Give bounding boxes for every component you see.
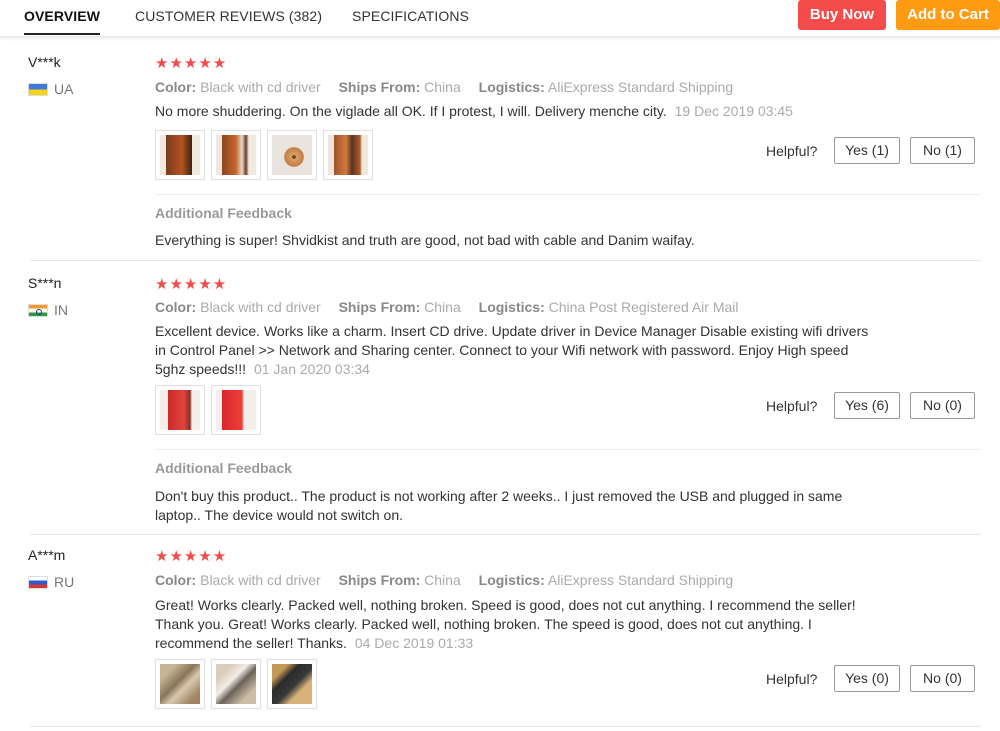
- review-text: Great! Works clearly. Packed well, nothi…: [155, 596, 875, 653]
- star-rating: ★★★★★: [155, 276, 228, 293]
- additional-feedback-title: Additional Feedback: [155, 205, 292, 221]
- india-flag-icon: [28, 303, 48, 317]
- review-photo[interactable]: [155, 659, 205, 709]
- country-code: IN: [54, 302, 68, 318]
- helpful-no-button[interactable]: No (1): [910, 137, 975, 164]
- reviewer-country: IN: [28, 302, 68, 318]
- helpful-no-button[interactable]: No (0): [910, 392, 975, 419]
- review-body: Great! Works clearly. Packed well, nothi…: [155, 597, 856, 651]
- ships-from-value: China: [424, 299, 461, 315]
- logistics-value: AliExpress Standard Shipping: [547, 79, 734, 95]
- ships-from-value: China: [424, 79, 461, 95]
- additional-feedback-text: Don't buy this product.. The product is …: [155, 488, 843, 523]
- add-to-cart-button[interactable]: Add to Cart: [896, 0, 1000, 30]
- color-label: Color:: [155, 299, 197, 315]
- helpful-yes-button[interactable]: Yes (1): [834, 137, 900, 164]
- reviewer-country: UA: [28, 81, 73, 97]
- ships-from-value: China: [424, 572, 461, 588]
- review-photo[interactable]: [155, 130, 205, 180]
- review-photo[interactable]: [211, 659, 261, 709]
- reviewer-name: S***n: [28, 275, 62, 291]
- divider: [30, 726, 981, 727]
- review-meta: Color: Black with cd driver Ships From: …: [155, 572, 747, 588]
- review-date: 04 Dec 2019 01:33: [354, 635, 474, 651]
- review-photos: [155, 130, 373, 180]
- review-meta: Color: Black with cd driver Ships From: …: [155, 299, 753, 315]
- reviewer-country: RU: [28, 574, 74, 590]
- color-value: Black with cd driver: [200, 79, 321, 95]
- product-tab-bar: OVERVIEW CUSTOMER REVIEWS (382) SPECIFIC…: [0, 0, 1000, 37]
- helpful-yes-button[interactable]: Yes (6): [834, 392, 900, 419]
- logistics-label: Logistics:: [478, 572, 545, 588]
- helpful-label: Helpful?: [766, 143, 818, 159]
- review-photos: [155, 385, 261, 435]
- review-date: 01 Jan 2020 03:34: [253, 361, 370, 377]
- reviewer-name: V***k: [28, 54, 61, 70]
- country-code: UA: [54, 81, 74, 97]
- review-body: No more shuddering. On the viglade all O…: [155, 103, 667, 119]
- tab-overview[interactable]: OVERVIEW: [24, 8, 101, 35]
- additional-feedback-title: Additional Feedback: [155, 460, 292, 476]
- logistics-label: Logistics:: [478, 79, 545, 95]
- color-label: Color:: [155, 79, 197, 95]
- ships-from-label: Ships From:: [338, 299, 421, 315]
- review-photo[interactable]: [323, 130, 373, 180]
- helpful-label: Helpful?: [766, 671, 818, 687]
- helpful-label: Helpful?: [766, 398, 818, 414]
- star-rating: ★★★★★: [155, 55, 228, 72]
- ukraine-flag-icon: [28, 82, 48, 96]
- divider: [155, 449, 981, 450]
- review-date: 19 Dec 2019 03:45: [674, 103, 793, 119]
- buy-now-button[interactable]: Buy Now: [798, 0, 886, 30]
- divider: [155, 194, 981, 195]
- review-photos: [155, 659, 317, 709]
- reviewer-name: A***m: [28, 547, 66, 563]
- review-photo[interactable]: [267, 659, 317, 709]
- ships-from-label: Ships From:: [338, 572, 421, 588]
- star-rating: ★★★★★: [155, 548, 228, 565]
- divider: [30, 260, 981, 261]
- review-photo[interactable]: [155, 385, 205, 435]
- tab-specifications[interactable]: SPECIFICATIONS: [352, 8, 469, 24]
- ships-from-label: Ships From:: [338, 79, 421, 95]
- helpful-no-button[interactable]: No (0): [910, 665, 975, 692]
- additional-feedback-text: Everything is super! Shvidkist and truth…: [155, 232, 695, 248]
- review-meta: Color: Black with cd driver Ships From: …: [155, 79, 747, 95]
- color-value: Black with cd driver: [200, 299, 321, 315]
- helpful-yes-button[interactable]: Yes (0): [834, 665, 900, 692]
- review-photo[interactable]: [211, 130, 261, 180]
- tab-customer-reviews[interactable]: CUSTOMER REVIEWS (382): [135, 8, 322, 24]
- country-code: RU: [54, 574, 75, 590]
- logistics-label: Logistics:: [478, 299, 545, 315]
- review-photo[interactable]: [267, 130, 317, 180]
- review-text: No more shuddering. On the viglade all O…: [155, 102, 875, 121]
- review-text: Excellent device. Works like a charm. In…: [155, 322, 875, 379]
- color-value: Black with cd driver: [200, 572, 321, 588]
- divider: [30, 534, 981, 535]
- logistics-value: China Post Registered Air Mail: [548, 299, 739, 315]
- russia-flag-icon: [28, 575, 48, 589]
- review-photo[interactable]: [211, 385, 261, 435]
- logistics-value: AliExpress Standard Shipping: [547, 572, 734, 588]
- color-label: Color:: [155, 572, 197, 588]
